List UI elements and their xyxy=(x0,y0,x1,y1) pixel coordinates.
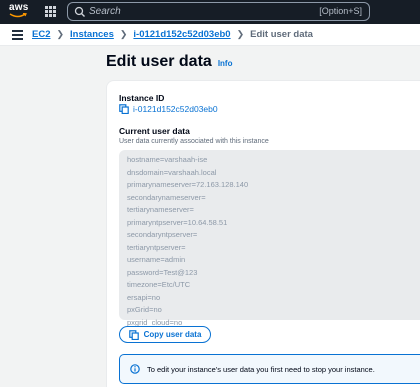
search-bar[interactable]: [Option+S] xyxy=(67,2,370,21)
breadcrumb-instance-id[interactable]: i-0121d152c52d03eb0 xyxy=(133,29,230,40)
breadcrumb: EC2 ❯ Instances ❯ i-0121d152c52d03eb0 ❯ … xyxy=(32,29,313,40)
alert-message: To edit your instance's user data you fi… xyxy=(147,364,375,374)
breadcrumb-current: Edit user data xyxy=(250,29,313,40)
info-icon xyxy=(130,364,140,374)
current-user-data-label: Current user data xyxy=(119,126,190,136)
user-data-line: secondaryntpserver= xyxy=(127,230,198,239)
user-data-line: tertiarynameserver= xyxy=(127,205,194,214)
user-data-line: primarynameserver=72.163.128.140 xyxy=(127,180,249,189)
instance-id-value[interactable]: i-0121d152c52d03eb0 xyxy=(133,104,218,114)
top-navigation: aws [Option+S] xyxy=(0,0,420,24)
user-data-line: timezone=Etc/UTC xyxy=(127,280,191,289)
current-user-data-description: User data currently associated with this… xyxy=(119,138,269,145)
copy-user-data-label: Copy user data xyxy=(143,330,202,339)
chevron-right-icon: ❯ xyxy=(236,29,245,39)
user-data-line: primaryntpserver=10.64.58.51 xyxy=(127,217,228,227)
chevron-right-icon: ❯ xyxy=(119,29,128,39)
instance-id-row: i-0121d152c52d03eb0 xyxy=(119,104,218,114)
aws-logo-text: aws xyxy=(9,2,29,13)
hamburger-menu-icon[interactable] xyxy=(12,30,23,40)
user-data-line: tertiaryntpserver= xyxy=(127,242,186,252)
user-data-line: pxGrid=no xyxy=(127,305,162,314)
copy-icon xyxy=(128,329,139,340)
user-data-line: ersapi=no xyxy=(127,292,161,302)
user-data-line: password=Test@123 xyxy=(127,267,198,277)
user-data-line: username=admin xyxy=(127,255,186,264)
breadcrumb-instances[interactable]: Instances xyxy=(70,29,114,40)
instance-id-label: Instance ID xyxy=(119,93,165,103)
aws-logo[interactable]: aws xyxy=(9,2,31,22)
info-link[interactable]: Info xyxy=(218,59,233,68)
chevron-right-icon: ❯ xyxy=(56,29,65,39)
edit-user-data-panel: Instance ID i-0121d152c52d03eb0 Current … xyxy=(106,80,420,387)
services-grid-icon[interactable] xyxy=(45,6,56,17)
search-shortcut-hint: [Option+S] xyxy=(319,6,362,16)
aws-smile-icon xyxy=(9,13,27,18)
page-title: Edit user data xyxy=(106,53,212,70)
copy-user-data-button[interactable]: Copy user data xyxy=(119,326,211,343)
user-data-line: hostname=varshaah-ise xyxy=(127,155,208,164)
page-header: Edit user data Info xyxy=(106,53,232,71)
user-data-line: secondarynameserver= xyxy=(127,192,206,202)
info-alert: To edit your instance's user data you fi… xyxy=(119,354,420,384)
breadcrumb-ec2[interactable]: EC2 xyxy=(32,29,50,40)
search-icon xyxy=(74,6,85,17)
user-data-textarea: hostname=varshaah-ise dnsdomain=varshaah… xyxy=(119,150,420,327)
breadcrumb-bar: EC2 ❯ Instances ❯ i-0121d152c52d03eb0 ❯ … xyxy=(0,24,420,46)
search-input[interactable] xyxy=(89,4,289,19)
copy-icon[interactable] xyxy=(119,104,129,114)
user-data-line: dnsdomain=varshaah.local xyxy=(127,167,217,177)
